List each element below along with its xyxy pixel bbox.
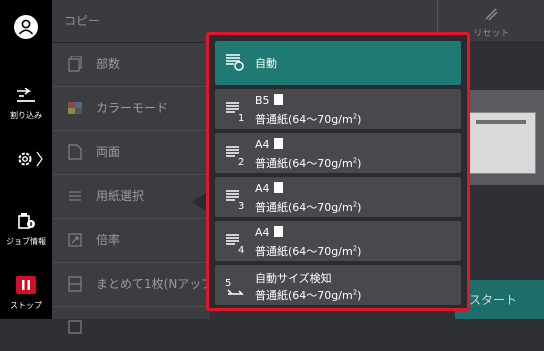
popup-pointer xyxy=(192,193,206,211)
svg-text:3: 3 xyxy=(238,201,244,210)
bypass-tray-icon: 5 xyxy=(225,278,244,295)
reset-icon xyxy=(485,8,498,21)
job-info-icon xyxy=(18,213,35,229)
tray-option-bypass[interactable]: 5 自動サイズ検知 普通紙(64〜70g/m2) xyxy=(215,265,461,305)
tray-3-icon: 3 xyxy=(226,190,244,210)
gear-icon xyxy=(18,151,43,167)
zoom-icon xyxy=(68,233,82,247)
stop-label: ストップ xyxy=(10,301,42,310)
copies-icon xyxy=(68,56,82,72)
svg-text:2: 2 xyxy=(238,157,244,166)
interrupt-icon xyxy=(17,87,35,102)
tray-1-icon: 1 xyxy=(226,102,244,122)
tray-paper-label: 普通紙(64〜70g/m xyxy=(255,245,353,258)
tray-size-label: A4 xyxy=(255,226,270,239)
tray-paper-label: 普通紙(64〜70g/m xyxy=(255,157,353,170)
tray-size-label: B5 xyxy=(255,94,270,107)
orientation-icon xyxy=(273,182,283,193)
feature-label: 両面 xyxy=(96,145,121,159)
tray-paper-label: 普通紙(64〜70g/m xyxy=(255,201,353,214)
orientation-icon xyxy=(273,226,283,237)
more-icon xyxy=(68,320,82,334)
tray-paper-label: 普通紙(64〜70g/m xyxy=(255,289,353,302)
tray-option-1[interactable]: 1 B5 普通紙(64〜70g/m2) xyxy=(215,89,461,129)
tray-option-auto[interactable]: 自動 xyxy=(215,41,461,85)
feature-item-more[interactable] xyxy=(52,307,252,351)
feature-label: 部数 xyxy=(96,57,121,71)
tray-option-4[interactable]: 4 A4 普通紙(64〜70g/m2) xyxy=(215,221,461,261)
start-label: スタート xyxy=(469,293,518,307)
orientation-icon xyxy=(273,94,283,105)
user-button[interactable] xyxy=(0,14,52,44)
n-up-icon xyxy=(68,276,82,292)
page-title: コピー xyxy=(64,14,101,28)
preview-line xyxy=(476,120,526,124)
svg-text:5: 5 xyxy=(225,278,231,289)
stop-button[interactable]: ストップ xyxy=(0,276,52,311)
tray-size-label: A4 xyxy=(255,138,270,151)
left-rail: 割り込み ジョブ情報 ストップ xyxy=(0,0,52,319)
svg-text:4: 4 xyxy=(238,245,244,254)
tray-option-label: 自動 xyxy=(255,57,277,70)
interrupt-label: 割り込み xyxy=(10,111,42,120)
tray-4-icon: 4 xyxy=(226,234,244,254)
tray-size-label: A4 xyxy=(255,182,270,195)
tray-option-3[interactable]: 3 A4 普通紙(64〜70g/m2) xyxy=(215,177,461,217)
user-icon xyxy=(14,15,38,39)
tray-2-icon: 2 xyxy=(226,146,244,166)
duplex-icon xyxy=(68,144,82,160)
feature-label: まとめて1枚(Nアップ) xyxy=(96,277,218,291)
color-mode-icon xyxy=(68,102,82,114)
svg-text:1: 1 xyxy=(238,113,244,122)
auto-tray-icon xyxy=(226,54,244,71)
feature-label: 用紙選択 xyxy=(96,189,145,203)
orientation-icon xyxy=(273,138,283,149)
tray-option-2[interactable]: 2 A4 普通紙(64〜70g/m2) xyxy=(215,133,461,173)
stop-icon xyxy=(16,276,36,294)
job-info-label: ジョブ情報 xyxy=(6,237,46,246)
tray-paper-label: 普通紙(64〜70g/m xyxy=(255,113,353,126)
feature-list: 部数 カラーモード 両面 用紙選択 倍率 まとめて1枚(Nアップ) xyxy=(52,43,252,334)
paper-select-icon xyxy=(69,191,81,201)
feature-label: カラーモード xyxy=(96,101,169,115)
settings-button[interactable] xyxy=(0,150,52,172)
interrupt-button[interactable]: 割り込み xyxy=(0,87,52,121)
feature-label: 倍率 xyxy=(96,233,121,247)
job-info-button[interactable]: ジョブ情報 xyxy=(0,212,52,247)
tray-size-label: 自動サイズ検知 xyxy=(255,272,332,285)
